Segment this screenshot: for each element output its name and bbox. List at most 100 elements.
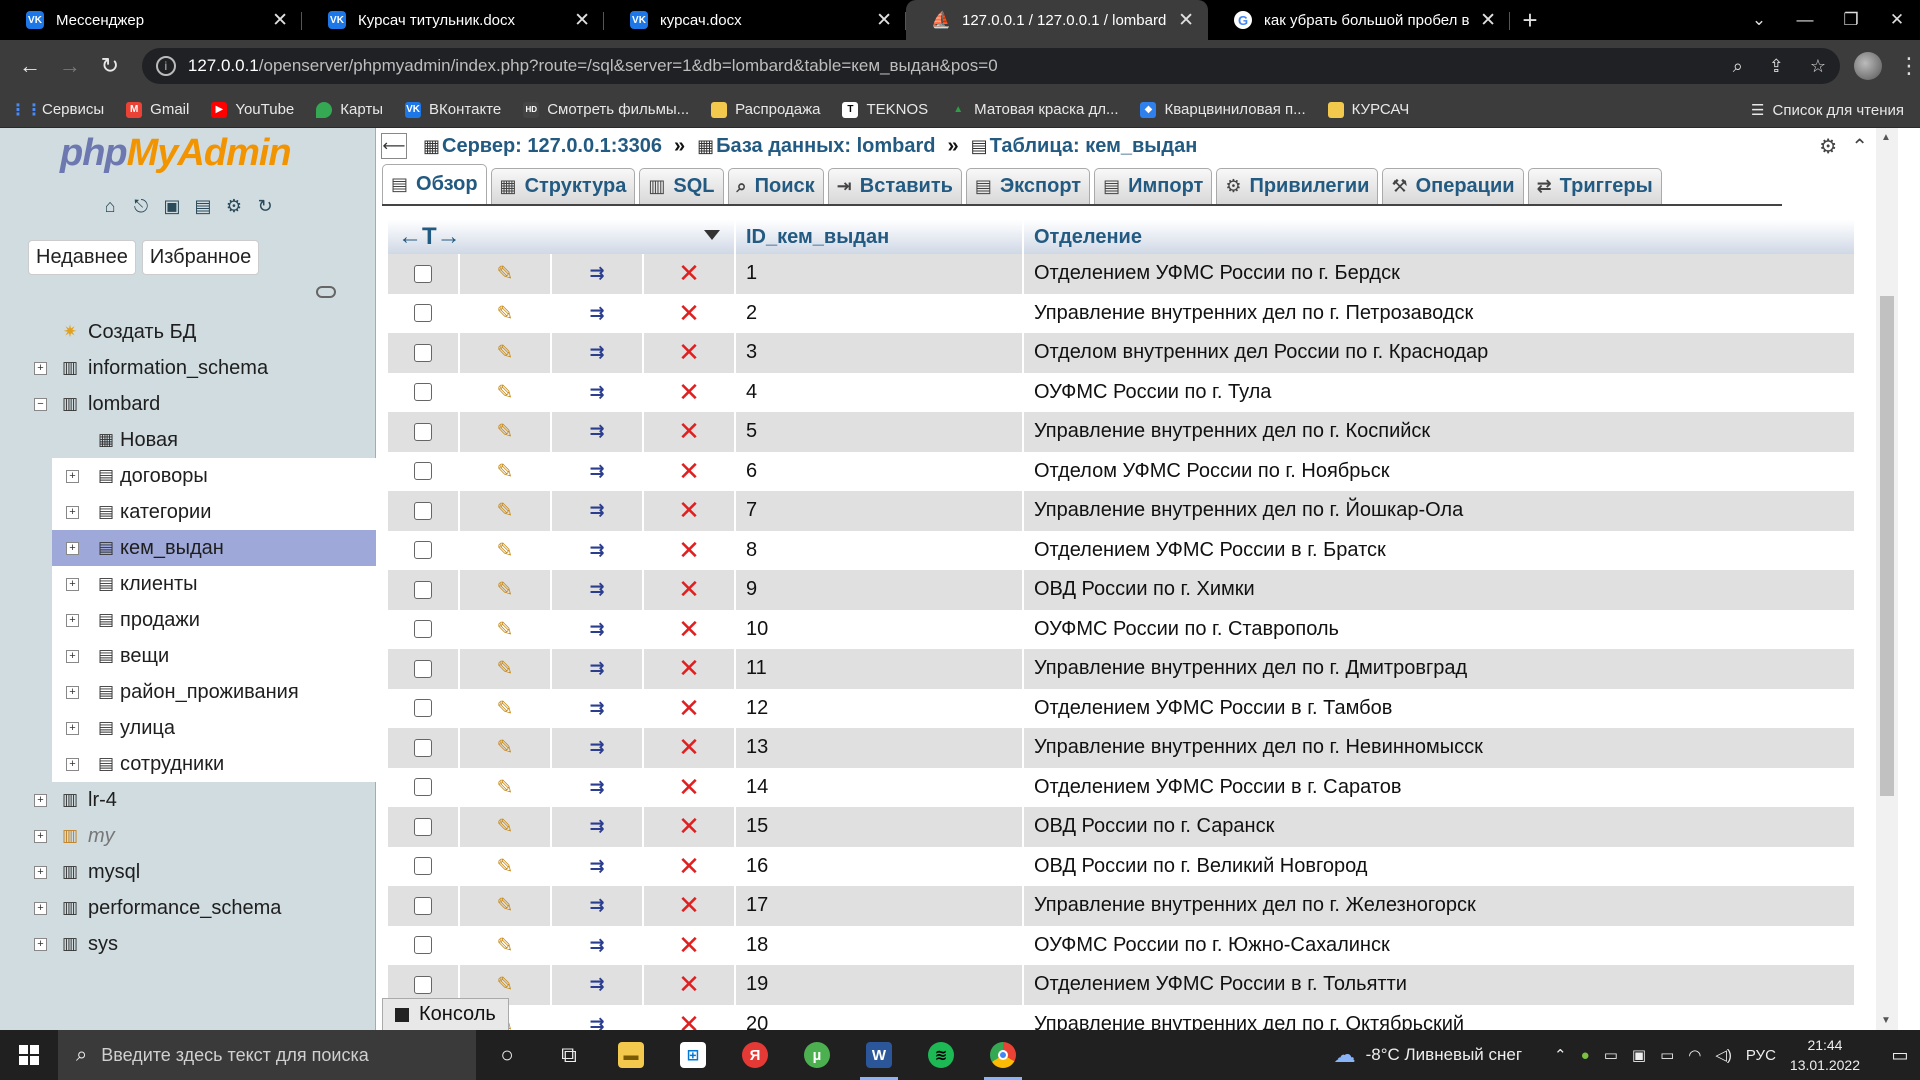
minimize-button[interactable]: — <box>1782 0 1828 40</box>
copy-icon[interactable]: ⇉ <box>589 658 604 678</box>
edit-icon[interactable]: ✎ <box>497 895 514 917</box>
tab-browse[interactable]: ▤ Обзор <box>382 164 487 204</box>
volume-icon[interactable]: ◁) <box>1715 1046 1732 1064</box>
cell-department[interactable]: Отделом внутренних дел России по г. Крас… <box>1024 333 1854 373</box>
edit-icon[interactable]: ✎ <box>497 698 514 720</box>
restore-button[interactable]: ❐ <box>1828 0 1874 40</box>
store-icon[interactable]: ⊞ <box>662 1030 724 1080</box>
edit-icon[interactable]: ✎ <box>497 856 514 878</box>
favorites-button[interactable]: Избранное <box>141 240 260 275</box>
expand-icon[interactable]: + <box>66 721 79 735</box>
cell-id[interactable]: 16 <box>736 846 1022 886</box>
cell-department[interactable]: Отделением УФМС России в г. Тольятти <box>1024 965 1854 1005</box>
cell-department[interactable]: ОВД России по г. Саранск <box>1024 807 1854 847</box>
cell-department[interactable]: Управление внутренних дел по г. Коспийск <box>1024 412 1854 452</box>
home-icon[interactable]: ⌂ <box>98 194 122 218</box>
site-info-icon[interactable]: i <box>155 56 176 76</box>
new-tab-button[interactable]: + <box>1510 0 1550 40</box>
tab-search[interactable]: ⌕ Поиск <box>727 168 824 204</box>
cell-department[interactable]: ОУФМС России по г. Ставрополь <box>1024 609 1854 649</box>
cell-id[interactable]: 4 <box>736 372 1022 412</box>
tab-close-icon[interactable]: ✕ <box>1178 9 1194 32</box>
row-checkbox[interactable] <box>414 304 432 323</box>
edit-icon[interactable]: ✎ <box>497 974 514 996</box>
tree-item[interactable]: + ▤ сотрудники <box>52 746 376 782</box>
cell-id[interactable]: 14 <box>736 767 1022 807</box>
edit-icon[interactable]: ✎ <box>497 777 514 799</box>
delete-icon[interactable]: ✕ <box>678 456 700 486</box>
row-checkbox[interactable] <box>414 817 432 836</box>
cell-department[interactable]: Отделением УФМС России в г. Тамбов <box>1024 688 1854 728</box>
tree-item[interactable]: + ▤ клиенты <box>52 566 376 602</box>
copy-icon[interactable]: ⇉ <box>589 461 604 481</box>
utorrent-icon[interactable]: µ <box>786 1030 848 1080</box>
browser-tab[interactable]: VK курсач.docx ✕ <box>604 0 906 40</box>
language-indicator[interactable]: РУС <box>1746 1047 1776 1064</box>
row-checkbox[interactable] <box>414 383 432 402</box>
expand-icon[interactable]: + <box>34 793 47 807</box>
column-header-department[interactable]: Отделение <box>1024 220 1854 254</box>
tree-item[interactable]: + ▤ продажи <box>52 602 376 638</box>
cell-id[interactable]: 11 <box>736 649 1022 689</box>
row-checkbox[interactable] <box>414 264 432 283</box>
tab-structure[interactable]: ▦ Структура <box>490 168 636 204</box>
browser-tab[interactable]: VK Мессенджер ✕ <box>0 0 302 40</box>
tree-item[interactable]: + ▥ mysql <box>0 854 376 890</box>
cell-id[interactable]: 17 <box>736 886 1022 926</box>
copy-icon[interactable]: ⇉ <box>589 421 604 441</box>
documentation-icon[interactable]: ▤ <box>191 194 215 218</box>
bookmark-item[interactable]: Распродажа <box>711 101 820 118</box>
breadcrumb-table[interactable]: Таблица: кем_выдан <box>990 135 1198 158</box>
bookmark-item[interactable]: ▲ Матовая краска дл... <box>950 101 1118 118</box>
tree-item[interactable]: + ▥ lr-4 <box>0 782 376 818</box>
address-bar[interactable]: i 127.0.0.1/openserver/phpmyadmin/index.… <box>141 48 1841 84</box>
collapse-top-icon[interactable]: ⌃ <box>1851 134 1868 159</box>
cell-id[interactable]: 1 <box>736 254 1022 294</box>
row-checkbox[interactable] <box>414 896 432 915</box>
console-button[interactable]: Консоль <box>382 998 509 1030</box>
copy-icon[interactable]: ⇉ <box>589 856 604 876</box>
edit-icon[interactable]: ✎ <box>497 540 514 562</box>
delete-icon[interactable]: ✕ <box>678 851 700 881</box>
expand-icon[interactable]: + <box>66 469 79 483</box>
tab-import[interactable]: ▤ Импорт <box>1094 168 1213 204</box>
tray-device-icon[interactable]: ▭ <box>1604 1046 1618 1064</box>
edit-icon[interactable]: ✎ <box>497 737 514 759</box>
expand-icon[interactable]: + <box>66 613 79 627</box>
share-icon[interactable]: ⇪ <box>1769 56 1784 77</box>
tab-operations[interactable]: ⚒ Операции <box>1382 168 1524 204</box>
chrome-icon[interactable] <box>972 1030 1034 1080</box>
cell-department[interactable]: Управление внутренних дел по г. Йошкар-О… <box>1024 491 1854 531</box>
tab-triggers[interactable]: ⇄ Триггеры <box>1527 168 1662 204</box>
delete-icon[interactable]: ✕ <box>678 653 700 683</box>
scrollbar-thumb[interactable] <box>1880 296 1894 796</box>
cell-department[interactable]: Отделом УФМС России по г. Ноябрьск <box>1024 451 1854 491</box>
wifi-icon[interactable]: ◠ <box>1688 1046 1701 1064</box>
page-scrollbar[interactable]: ▲ ▼ <box>1876 128 1898 1030</box>
row-checkbox[interactable] <box>414 936 432 955</box>
tree-item[interactable]: + ▥ my <box>0 818 376 854</box>
tree-item[interactable]: − ▥ lombard <box>0 386 376 422</box>
copy-icon[interactable]: ⇉ <box>589 974 604 994</box>
expand-icon[interactable]: + <box>66 757 79 771</box>
delete-icon[interactable]: ✕ <box>678 535 700 565</box>
cell-department[interactable]: ОУФМС России по г. Южно-Сахалинск <box>1024 925 1854 965</box>
zoom-icon[interactable]: ⌕ <box>1733 56 1743 77</box>
tree-item[interactable]: + ▤ улица <box>52 710 376 746</box>
tree-item[interactable]: ✷ Создать БД <box>0 314 376 350</box>
copy-icon[interactable]: ⇉ <box>589 303 604 323</box>
delete-icon[interactable]: ✕ <box>678 495 700 525</box>
cell-id[interactable]: 15 <box>736 807 1022 847</box>
bookmark-item[interactable]: T TEKNOS <box>842 101 928 118</box>
delete-icon[interactable]: ✕ <box>678 298 700 328</box>
tab-export[interactable]: ▤ Экспорт <box>965 168 1091 204</box>
edit-icon[interactable]: ✎ <box>497 935 514 957</box>
tree-item[interactable]: + ▤ договоры <box>52 458 376 494</box>
bookmark-item[interactable]: ◆ Кварцвиниловая п... <box>1140 101 1306 118</box>
tab-sql[interactable]: ▥ SQL <box>639 168 724 204</box>
close-window-button[interactable]: ✕ <box>1874 0 1920 40</box>
expand-icon[interactable]: + <box>34 829 47 843</box>
tab-search-icon[interactable]: ⌄ <box>1736 0 1782 40</box>
tab-insert[interactable]: ⇥ Вставить <box>827 168 962 204</box>
cell-department[interactable]: ОУФМС России по г. Тула <box>1024 372 1854 412</box>
